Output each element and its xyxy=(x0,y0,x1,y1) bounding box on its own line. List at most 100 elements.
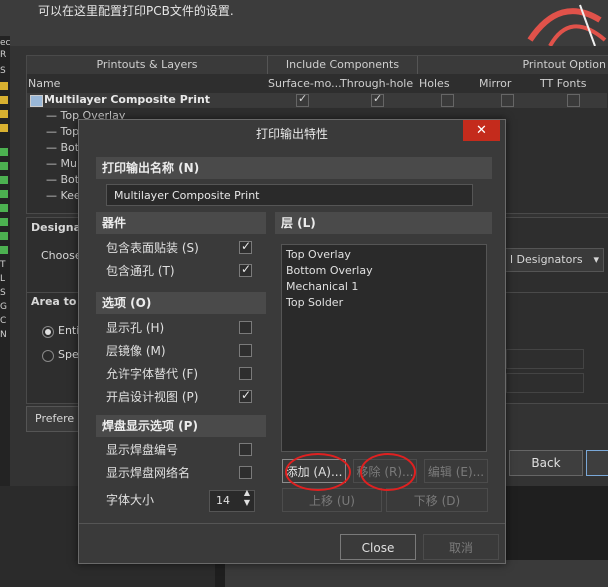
component-icon xyxy=(0,204,8,212)
col-tt-fonts[interactable]: TT Fonts xyxy=(540,76,586,92)
wizard-header-text: 可以在这里配置打印PCB文件的设置. xyxy=(38,4,234,18)
include-smd-label: 包含表面贴装 (S) xyxy=(106,241,199,255)
spin-arrows-icon[interactable]: ▲ ▼ xyxy=(244,488,250,508)
area-field[interactable] xyxy=(506,349,584,369)
back-button[interactable]: Back xyxy=(509,450,583,476)
print-name-section: 打印输出名称 (N) xyxy=(96,157,492,179)
show-pad-nets-label: 显示焊盘网络名 xyxy=(106,466,191,480)
tree-item[interactable]: — Kee xyxy=(46,189,81,202)
component-icon xyxy=(0,190,8,198)
through-hole-checkbox[interactable] xyxy=(371,92,384,107)
col-name[interactable]: Name xyxy=(28,76,60,92)
component-icon xyxy=(0,176,8,184)
include-smd-checkbox[interactable] xyxy=(239,239,252,254)
tree-root-label[interactable]: Multilayer Composite Print xyxy=(44,93,210,106)
show-holes-label: 显示孔 (H) xyxy=(106,321,165,335)
preferences-button-label: Prefere xyxy=(35,412,75,425)
chevron-down-icon: ▾ xyxy=(593,253,599,266)
options-section: 选项 (O) xyxy=(96,292,266,314)
col-group-printout-option: Printout Option xyxy=(418,56,608,74)
font-size-stepper[interactable]: 14 ▲ ▼ xyxy=(209,488,255,512)
left-strip-label: R xyxy=(0,50,7,60)
show-pad-numbers-label: 显示焊盘编号 xyxy=(106,443,179,457)
folder-icon xyxy=(0,82,8,90)
include-th-checkbox[interactable] xyxy=(239,262,252,277)
left-strip-label: C xyxy=(0,316,7,326)
left-strip-label: N xyxy=(0,330,7,340)
edit-layer-button[interactable]: 编辑 (E)... xyxy=(424,459,488,483)
component-icon xyxy=(0,162,8,170)
area-field[interactable] xyxy=(506,373,584,393)
folder-icon xyxy=(0,110,8,118)
open-design-view-label: 开启设计视图 (P) xyxy=(106,390,199,404)
choose-label: Choose xyxy=(41,249,82,262)
col-group-include-components: Include Components xyxy=(268,56,418,74)
move-down-button[interactable]: 下移 (D) xyxy=(386,488,488,512)
bottom-area-strip xyxy=(225,560,608,587)
open-design-view-checkbox[interactable] xyxy=(239,388,252,403)
show-holes-checkbox[interactable] xyxy=(239,321,252,334)
component-icon xyxy=(0,148,8,156)
component-icon xyxy=(0,246,8,254)
print-name-input[interactable]: Multilayer Composite Print xyxy=(106,184,473,206)
tree-item[interactable]: — Bot xyxy=(46,141,79,154)
component-icon xyxy=(0,218,8,226)
tree-item-label: Mu xyxy=(60,157,77,170)
tree-item-label: Bot xyxy=(60,141,80,154)
print-icon xyxy=(30,95,43,107)
designators-dropdown[interactable]: l Designators ▾ xyxy=(505,248,604,272)
folder-icon xyxy=(0,96,8,104)
tree-item[interactable]: — Bot xyxy=(46,173,79,186)
left-strip-label: T xyxy=(0,260,6,270)
mirror-checkbox[interactable] xyxy=(501,94,514,107)
show-pad-nets-checkbox[interactable] xyxy=(239,466,252,479)
font-size-value: 14 xyxy=(216,494,230,507)
next-button[interactable] xyxy=(586,450,608,476)
left-strip-label: L xyxy=(0,274,6,284)
layer-list[interactable]: Top Overlay Bottom Overlay Mechanical 1 … xyxy=(281,244,487,452)
list-item[interactable]: Top Solder xyxy=(286,296,343,309)
allow-font-sub-checkbox[interactable] xyxy=(239,367,252,380)
surface-mount-checkbox[interactable] xyxy=(296,92,309,107)
tree-item[interactable]: — Mu xyxy=(46,157,77,170)
col-holes[interactable]: Holes xyxy=(419,76,450,92)
dialog-title: 打印输出特性 xyxy=(79,120,505,148)
col-group-printouts: Printouts & Layers xyxy=(27,56,268,74)
tree-item[interactable]: — Top xyxy=(46,125,79,138)
col-surface-mount[interactable]: Surface-mo... xyxy=(268,76,342,92)
list-item[interactable]: Mechanical 1 xyxy=(286,280,358,293)
components-section: 器件 xyxy=(96,212,266,234)
dialog-divider xyxy=(79,523,505,524)
list-item[interactable]: Top Overlay xyxy=(286,248,351,261)
col-mirror[interactable]: Mirror xyxy=(479,76,511,92)
left-panel-strip: ec R S T L S G C N xyxy=(0,36,11,486)
allow-font-sub-label: 允许字体替代 (F) xyxy=(106,367,199,381)
radio-specific-label: Spe xyxy=(58,348,79,361)
radio-entire[interactable] xyxy=(42,326,54,338)
left-strip-label: S xyxy=(0,288,6,298)
pad-display-section: 焊盘显示选项 (P) xyxy=(96,415,266,437)
tree-item-label: Bot xyxy=(60,173,80,186)
radio-specific[interactable] xyxy=(42,350,54,362)
highlight-circle-add xyxy=(285,453,351,491)
close-button[interactable]: Close xyxy=(340,534,416,560)
highlight-circle-remove xyxy=(360,453,416,491)
cancel-button[interactable]: 取消 xyxy=(423,534,499,560)
left-strip-label: G xyxy=(0,302,7,312)
folder-icon xyxy=(0,124,8,132)
move-up-button[interactable]: 上移 (U) xyxy=(282,488,382,512)
tt-fonts-checkbox[interactable] xyxy=(567,94,580,107)
wizard-logo-icon xyxy=(527,4,607,46)
left-strip-label: ec xyxy=(0,38,11,48)
close-icon[interactable]: ✕ xyxy=(463,120,500,141)
designators-dropdown-value: l Designators xyxy=(510,253,583,266)
col-through-hole[interactable]: Through-hole xyxy=(340,76,413,92)
mirror-layers-checkbox[interactable] xyxy=(239,344,252,357)
print-properties-dialog: 打印输出特性 ✕ 打印输出名称 (N) Multilayer Composite… xyxy=(78,119,506,564)
include-th-label: 包含通孔 (T) xyxy=(106,264,175,278)
show-pad-numbers-checkbox[interactable] xyxy=(239,443,252,456)
holes-checkbox[interactable] xyxy=(441,94,454,107)
left-strip-label: S xyxy=(0,66,6,76)
list-item[interactable]: Bottom Overlay xyxy=(286,264,373,277)
mirror-layers-label: 层镜像 (M) xyxy=(106,344,166,358)
